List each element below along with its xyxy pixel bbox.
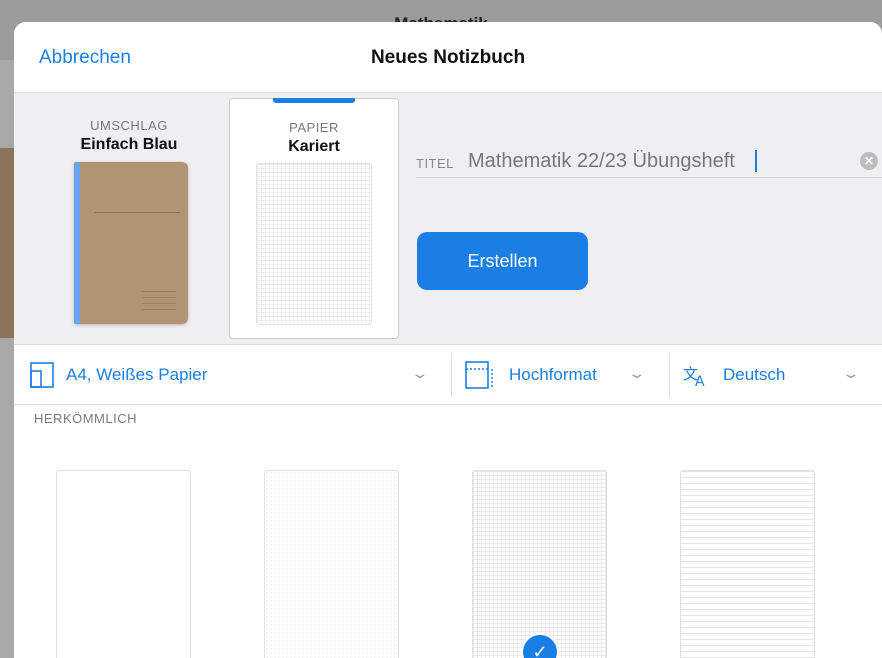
- section-header: HERKÖMMLICH: [34, 411, 138, 426]
- paper-caption: PAPIER: [289, 120, 339, 135]
- chevron-down-icon: ⌄: [410, 365, 430, 381]
- background-notebook: [0, 148, 14, 338]
- template-lined[interactable]: [680, 470, 815, 658]
- paper-size-icon: [30, 362, 54, 388]
- cover-name: Einfach Blau: [80, 136, 178, 153]
- orientation-dropdown[interactable]: Hochformat ⌄: [465, 345, 665, 405]
- checkmark-icon: ✓: [521, 633, 559, 658]
- paper-preview[interactable]: [256, 163, 372, 325]
- cover-label-lines: [142, 286, 176, 310]
- chevron-down-icon: ⌄: [627, 365, 647, 381]
- title-field-row: TITEL ✕: [416, 148, 882, 178]
- template-grid[interactable]: ✓: [472, 470, 607, 658]
- orientation-label: Hochformat: [509, 365, 597, 384]
- cover-selector[interactable]: UMSCHLAG Einfach Blau: [64, 118, 194, 324]
- chevron-down-icon: ⌄: [841, 365, 861, 381]
- paper-selector[interactable]: PAPIER Kariert: [229, 98, 399, 339]
- orientation-icon: [465, 361, 493, 389]
- paper-size-label: A4, Weißes Papier: [66, 365, 208, 384]
- sheet-title: Neues Notizbuch: [370, 47, 526, 68]
- title-input[interactable]: [468, 148, 828, 174]
- toolbar-divider: [669, 353, 670, 397]
- language-label: Deutsch: [723, 365, 786, 384]
- options-toolbar: A4, Weißes Papier ⌄ Hochformat ⌄ 文 A Deu…: [14, 345, 882, 405]
- cover-caption: UMSCHLAG: [90, 118, 168, 133]
- clear-icon[interactable]: ✕: [860, 152, 878, 170]
- translate-icon: 文 A: [683, 365, 705, 387]
- paper-size-dropdown[interactable]: A4, Weißes Papier ⌄: [30, 345, 445, 405]
- cover-decoration-line: [94, 212, 180, 213]
- title-label: TITEL: [416, 156, 454, 171]
- paper-name: Kariert: [288, 138, 340, 155]
- text-caret: [755, 150, 757, 172]
- navbar: Abbrechen Neues Notizbuch: [14, 22, 882, 93]
- template-blank[interactable]: [56, 470, 191, 658]
- template-dotted[interactable]: [264, 470, 399, 658]
- cover-spine: [74, 162, 80, 324]
- selected-indicator: [273, 98, 355, 103]
- notebook-config-panel: UMSCHLAG Einfach Blau PAPIER Kariert TIT…: [14, 93, 882, 345]
- new-notebook-sheet: Abbrechen Neues Notizbuch UMSCHLAG Einfa…: [14, 22, 882, 658]
- toolbar-divider: [451, 353, 452, 397]
- create-button[interactable]: Erstellen: [417, 232, 588, 290]
- language-dropdown[interactable]: 文 A Deutsch ⌄: [683, 345, 878, 405]
- svg-text:A: A: [695, 374, 705, 387]
- cover-preview[interactable]: [74, 162, 188, 324]
